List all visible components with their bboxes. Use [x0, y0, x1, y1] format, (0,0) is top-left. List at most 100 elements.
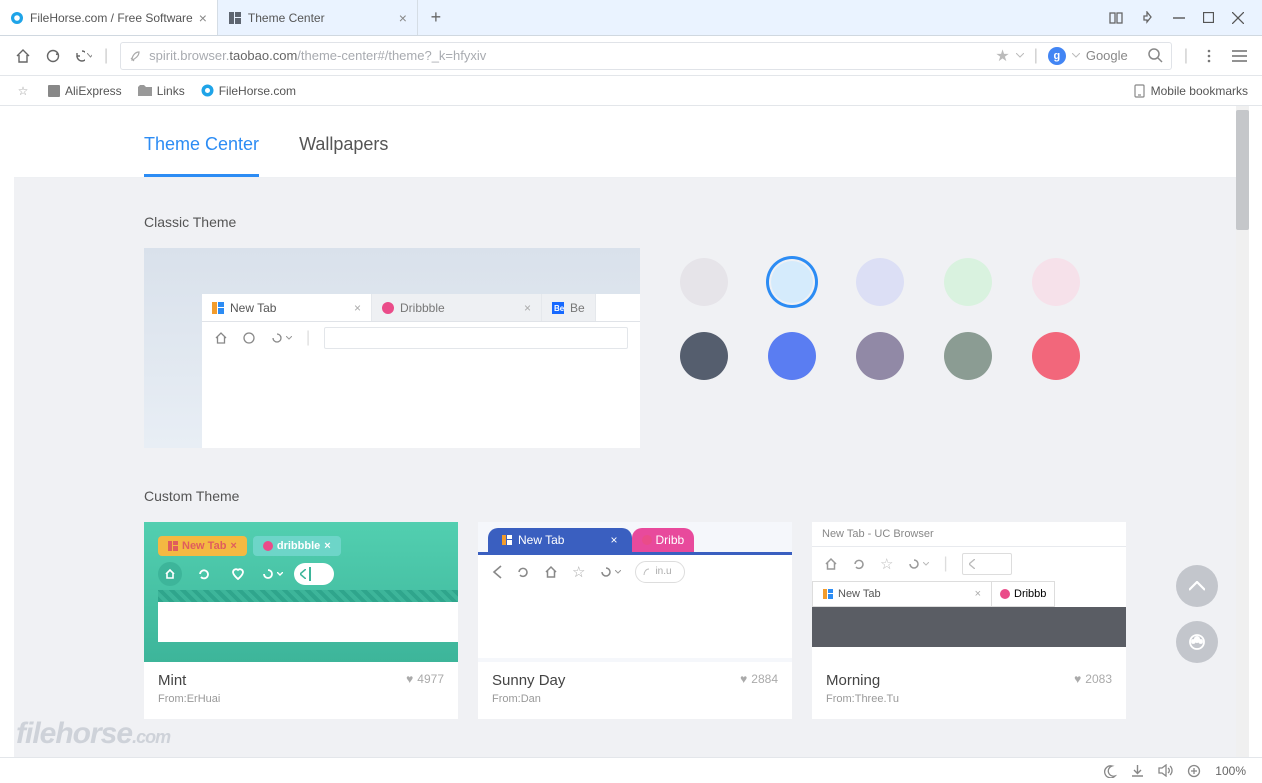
tab-label: FileHorse.com / Free Software	[30, 11, 193, 25]
thumb-urlbar	[294, 563, 334, 585]
heart-icon	[226, 562, 250, 586]
window-maximize-button[interactable]	[1203, 12, 1214, 23]
back-icon	[492, 565, 502, 579]
custom-theme-grid: New Tab× dribbble× ♥4977 Mint	[144, 522, 1126, 719]
extension-icon[interactable]	[1141, 11, 1155, 25]
theme-icon	[228, 11, 242, 25]
home-button[interactable]	[14, 47, 32, 65]
classic-theme-preview: New Tab× Dribbble× Be Be	[144, 248, 640, 448]
undo-icon	[907, 557, 929, 571]
reload-button[interactable]	[44, 47, 62, 65]
theme-name: Sunny Day	[492, 672, 778, 689]
preview-tab-behance: Be Be	[542, 294, 596, 321]
tab-theme-center[interactable]: Theme Center	[144, 134, 259, 177]
thumb-tab: New Tab×	[488, 528, 632, 552]
address-bar-row: | spirit.browser.taobao.com/theme-center…	[0, 36, 1262, 76]
color-swatch-1[interactable]	[680, 258, 728, 306]
search-icon[interactable]	[1148, 48, 1163, 63]
theme-card-sunny-day[interactable]: New Tab× Dribb ☆ in.u ♥2884 Su	[478, 522, 792, 719]
reload-icon	[192, 562, 216, 586]
theme-name: Morning	[826, 672, 1112, 689]
bookmark-links[interactable]: Links	[138, 84, 185, 98]
night-mode-icon[interactable]	[1103, 764, 1117, 778]
scrollbar[interactable]	[1236, 106, 1249, 757]
theme-name: Mint	[158, 672, 444, 689]
search-engine-icon[interactable]: g	[1048, 47, 1066, 65]
svg-text:Be: Be	[554, 304, 564, 313]
floating-buttons	[1176, 565, 1218, 663]
download-icon[interactable]	[1131, 764, 1144, 777]
panel-toggle-icon[interactable]	[1109, 11, 1123, 25]
thumb-tab: New Tab×	[158, 536, 247, 556]
bookmark-aliexpress[interactable]: AliExpress	[48, 84, 122, 98]
back-button[interactable]	[74, 47, 92, 65]
preview-tab-newtab: New Tab×	[202, 294, 372, 321]
theme-author: From:ErHuai	[158, 693, 444, 705]
theme-card-mint[interactable]: New Tab× dribbble× ♥4977 Mint	[144, 522, 458, 719]
color-swatch-4[interactable]	[944, 258, 992, 306]
mobile-bookmarks-button[interactable]: Mobile bookmarks	[1134, 84, 1248, 98]
thumb-urlbar	[962, 553, 1012, 575]
support-button[interactable]	[1176, 621, 1218, 663]
undo-icon	[599, 565, 621, 579]
color-swatch-9[interactable]	[944, 332, 992, 380]
kebab-menu-button[interactable]	[1200, 47, 1218, 65]
reload-icon	[852, 557, 866, 571]
watermark: filehorse.com	[16, 717, 170, 751]
search-placeholder: Google	[1086, 48, 1142, 63]
thumb-tab: New Tab×	[812, 581, 992, 607]
star-icon: ☆	[572, 563, 585, 581]
thumb-tab: Dribbb	[992, 581, 1055, 607]
star-icon[interactable]: ☆	[14, 82, 32, 100]
address-bar[interactable]: spirit.browser.taobao.com/theme-center#/…	[120, 42, 1172, 70]
bookmark-star-icon[interactable]: ★	[995, 46, 1009, 66]
back-icon	[270, 331, 292, 345]
thumb-urlbar: in.u	[635, 561, 685, 583]
bookmark-filehorse[interactable]: FileHorse.com	[201, 84, 296, 98]
custom-theme-heading: Custom Theme	[144, 488, 1126, 504]
heart-icon: ♥	[740, 672, 747, 686]
thumb-tab: Dribb	[632, 528, 695, 552]
home-icon	[544, 565, 558, 579]
volume-icon[interactable]	[1158, 764, 1173, 777]
back-icon	[260, 562, 284, 586]
theme-likes: ♥2083	[1074, 672, 1112, 686]
scroll-to-top-button[interactable]	[1176, 565, 1218, 607]
new-tab-button[interactable]: +	[418, 0, 454, 35]
color-swatch-2-selected[interactable]	[768, 258, 816, 306]
reload-icon	[516, 565, 530, 579]
color-swatch-6[interactable]	[680, 332, 728, 380]
hamburger-menu-button[interactable]	[1230, 47, 1248, 65]
theme-card-morning[interactable]: New Tab - UC Browser ☆ | New Tab× Dribbb	[812, 522, 1126, 719]
zoom-icon[interactable]	[1187, 764, 1201, 778]
color-swatch-8[interactable]	[856, 332, 904, 380]
color-swatch-10[interactable]	[1032, 332, 1080, 380]
window-minimize-button[interactable]	[1173, 12, 1185, 24]
window-close-button[interactable]	[1232, 12, 1244, 24]
theme-likes: ♥4977	[406, 672, 444, 686]
home-icon	[824, 557, 838, 571]
heart-icon: ♥	[1074, 672, 1081, 686]
color-swatch-7[interactable]	[768, 332, 816, 380]
reload-icon	[242, 331, 256, 345]
browser-tab-2[interactable]: Theme Center ×	[218, 0, 418, 35]
bookmarks-bar: ☆ AliExpress Links FileHorse.com Mobile …	[0, 76, 1262, 106]
scrollbar-thumb[interactable]	[1236, 110, 1249, 230]
thumb-window-title: New Tab - UC Browser	[812, 522, 1126, 547]
home-icon	[214, 331, 228, 345]
chevron-down-icon[interactable]	[1072, 53, 1080, 58]
browser-tab-1[interactable]: FileHorse.com / Free Software ×	[0, 0, 218, 35]
tab-close-icon[interactable]: ×	[399, 10, 407, 26]
theme-thumbnail: New Tab - UC Browser ☆ | New Tab× Dribbb	[812, 522, 1126, 662]
chevron-down-icon[interactable]	[1016, 53, 1024, 58]
color-swatch-3[interactable]	[856, 258, 904, 306]
color-swatch-5[interactable]	[1032, 258, 1080, 306]
theme-author: From:Three.Tu	[826, 693, 1112, 705]
heart-icon: ♥	[406, 672, 413, 686]
star-icon: ☆	[880, 555, 893, 573]
tab-wallpapers[interactable]: Wallpapers	[299, 134, 388, 177]
tab-close-icon[interactable]: ×	[199, 10, 207, 26]
page-content: Theme Center Wallpapers Classic Theme Ne…	[14, 106, 1236, 757]
theme-thumbnail: New Tab× dribbble×	[144, 522, 458, 662]
classic-theme-heading: Classic Theme	[144, 214, 1126, 230]
